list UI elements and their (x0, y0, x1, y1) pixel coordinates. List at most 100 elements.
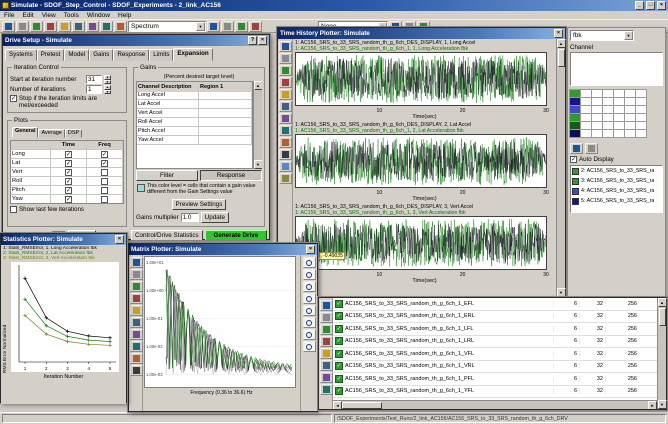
plots-freq-checkbox[interactable] (101, 196, 108, 203)
gains-row-value[interactable] (199, 127, 252, 135)
scroll-thumb[interactable] (659, 308, 666, 326)
table-row[interactable]: ✓AC156_SRS_to_33_SRS_random_th_g_6ch_1_V… (333, 348, 657, 361)
iteration-count-input[interactable]: 1 (86, 85, 102, 94)
matrix-plotter-close-button[interactable]: × (306, 245, 315, 254)
zoom-out-icon[interactable] (279, 89, 292, 100)
select-icon[interactable] (320, 300, 333, 311)
row-check-icon[interactable]: ✓ (335, 362, 343, 370)
row-check-icon[interactable]: ✓ (335, 375, 343, 383)
stop-limits-checkbox[interactable]: ✓ (10, 95, 17, 102)
menu-help[interactable]: Help (118, 12, 131, 19)
help-icon[interactable] (114, 21, 127, 32)
matrix-chart[interactable]: 1.00e+011.00e+001.00e-011.00e-021.00e-03 (144, 256, 299, 390)
refresh-icon[interactable] (303, 341, 316, 352)
grid-icon[interactable] (130, 305, 143, 316)
plots-freq-checkbox[interactable]: ✓ (101, 160, 108, 167)
plots-time-checkbox[interactable]: ✓ (65, 151, 72, 158)
plots-tab-dsp[interactable]: DSP (65, 129, 82, 138)
zoom-box-icon[interactable] (279, 101, 292, 112)
list-view-icon[interactable] (585, 143, 598, 154)
scroll-right-icon[interactable]: ► (648, 401, 657, 410)
gains-row-value[interactable] (199, 100, 252, 108)
settings-icon[interactable] (130, 365, 143, 376)
zoom-box-icon[interactable] (303, 305, 316, 316)
copy-icon[interactable] (279, 53, 292, 64)
add-icon[interactable] (320, 324, 333, 335)
overlay-icon[interactable] (130, 317, 143, 328)
remove-icon[interactable] (320, 336, 333, 347)
menu-edit[interactable]: Edit (22, 12, 33, 19)
channel-list-item[interactable]: 2: AC156_SRS_to_33_SRS_ra (571, 166, 662, 176)
statistics-plotter-close-button[interactable]: × (115, 235, 124, 244)
plots-time-checkbox[interactable]: ✓ (65, 160, 72, 167)
drive-tab-gains[interactable]: Gains (89, 49, 113, 61)
plots-freq-checkbox[interactable] (101, 169, 108, 176)
plots-freq-checkbox[interactable]: ✓ (101, 151, 108, 158)
table-row[interactable]: ✓AC156_SRS_to_33_SRS_random_th_g_6ch_1_P… (333, 373, 657, 386)
zoom-in-icon[interactable] (303, 257, 316, 268)
close-button[interactable]: × (657, 1, 666, 10)
paste-icon[interactable] (86, 21, 99, 32)
matrix-cell[interactable] (635, 129, 647, 138)
chart-icon[interactable] (249, 21, 262, 32)
reset-icon[interactable] (303, 329, 316, 340)
axes-icon[interactable] (279, 161, 292, 172)
gains-row-value[interactable] (199, 118, 252, 126)
settings-icon[interactable] (279, 173, 292, 184)
generate-drive-button[interactable]: Generate Drive (205, 230, 267, 241)
drive-tab-response[interactable]: Response (113, 49, 149, 61)
row-check-icon[interactable]: ✓ (335, 350, 343, 358)
plots-time-checkbox[interactable]: ✓ (65, 187, 72, 194)
scroll-down-icon[interactable]: ▼ (254, 160, 263, 169)
gains-row-value[interactable] (199, 91, 252, 99)
menu-tools[interactable]: Tools (64, 12, 79, 19)
start-iteration-input[interactable]: 31 (86, 75, 102, 84)
scroll-thumb[interactable] (558, 49, 565, 67)
grid-icon[interactable] (279, 137, 292, 148)
pan-icon[interactable] (303, 317, 316, 328)
drive-setup-titlebar[interactable]: Drive Setup - Simulate ? × (3, 35, 269, 46)
drive-tab-limits[interactable]: Limits (149, 49, 173, 61)
scroll-up-icon[interactable]: ▲ (658, 298, 667, 307)
print-icon[interactable] (44, 21, 57, 32)
time-history-titlebar[interactable]: Time History Plotter: Simulate × (278, 28, 565, 39)
save-icon[interactable] (279, 65, 292, 76)
menu-window[interactable]: Window (87, 12, 110, 19)
row-check-icon[interactable]: ✓ (335, 387, 343, 395)
zoom-out-icon[interactable] (303, 269, 316, 280)
filter-button[interactable]: Filter (136, 170, 198, 181)
gains-scrollbar[interactable]: ▲ ▼ (253, 81, 262, 169)
gains-row-value[interactable] (199, 109, 252, 117)
gains-multiplier-input[interactable]: 1.0 (181, 213, 199, 222)
plots-tab-general[interactable]: General (12, 127, 38, 138)
zoom-in-icon[interactable] (279, 77, 292, 88)
source-combo[interactable]: fbk ▼ (570, 30, 634, 41)
table-row[interactable]: ✓AC156_SRS_to_33_SRS_random_th_g_6ch_1_L… (333, 323, 657, 336)
pause-icon[interactable] (235, 21, 248, 32)
start-iteration-spinner[interactable]: ▴▾ (104, 75, 111, 84)
cursor-icon[interactable] (279, 125, 292, 136)
pan-icon[interactable] (279, 113, 292, 124)
menu-file[interactable]: File (4, 12, 14, 19)
filter-icon[interactable] (320, 312, 333, 323)
statistics-plotter-titlebar[interactable]: Statistics Plotter: Simulate × (1, 234, 126, 245)
refresh-icon[interactable] (320, 372, 333, 383)
table-hscrollbar[interactable]: ◄ ► (333, 400, 657, 409)
print-icon[interactable] (130, 257, 143, 268)
open-icon[interactable] (16, 21, 29, 32)
drive-tab-systems[interactable]: Systems (5, 49, 37, 61)
zoom-y-icon[interactable] (303, 293, 316, 304)
run-icon[interactable] (207, 21, 220, 32)
time-history-scrollbar[interactable]: ▲ ▼ (556, 39, 565, 297)
plots-freq-checkbox[interactable] (101, 178, 108, 185)
stop-icon[interactable] (130, 353, 143, 364)
channel-list-item[interactable]: 5: AC156_SRS_to_33_SRS_ra (571, 196, 662, 206)
scroll-down-icon[interactable]: ▼ (557, 288, 566, 297)
spectrum-combo[interactable]: Spectrum ▼ (128, 21, 206, 32)
zoom-x-icon[interactable] (303, 281, 316, 292)
gains-multiplier-update-button[interactable]: Update (201, 212, 229, 223)
table-row[interactable]: ✓AC156_SRS_to_33_SRS_random_th_g_6ch_1_V… (333, 361, 657, 374)
plot-area[interactable] (295, 52, 547, 108)
drive-setup-close-button[interactable]: × (258, 36, 267, 45)
table-row[interactable]: ✓AC156_SRS_to_33_SRS_random_th_g_6ch_1_E… (333, 298, 657, 311)
